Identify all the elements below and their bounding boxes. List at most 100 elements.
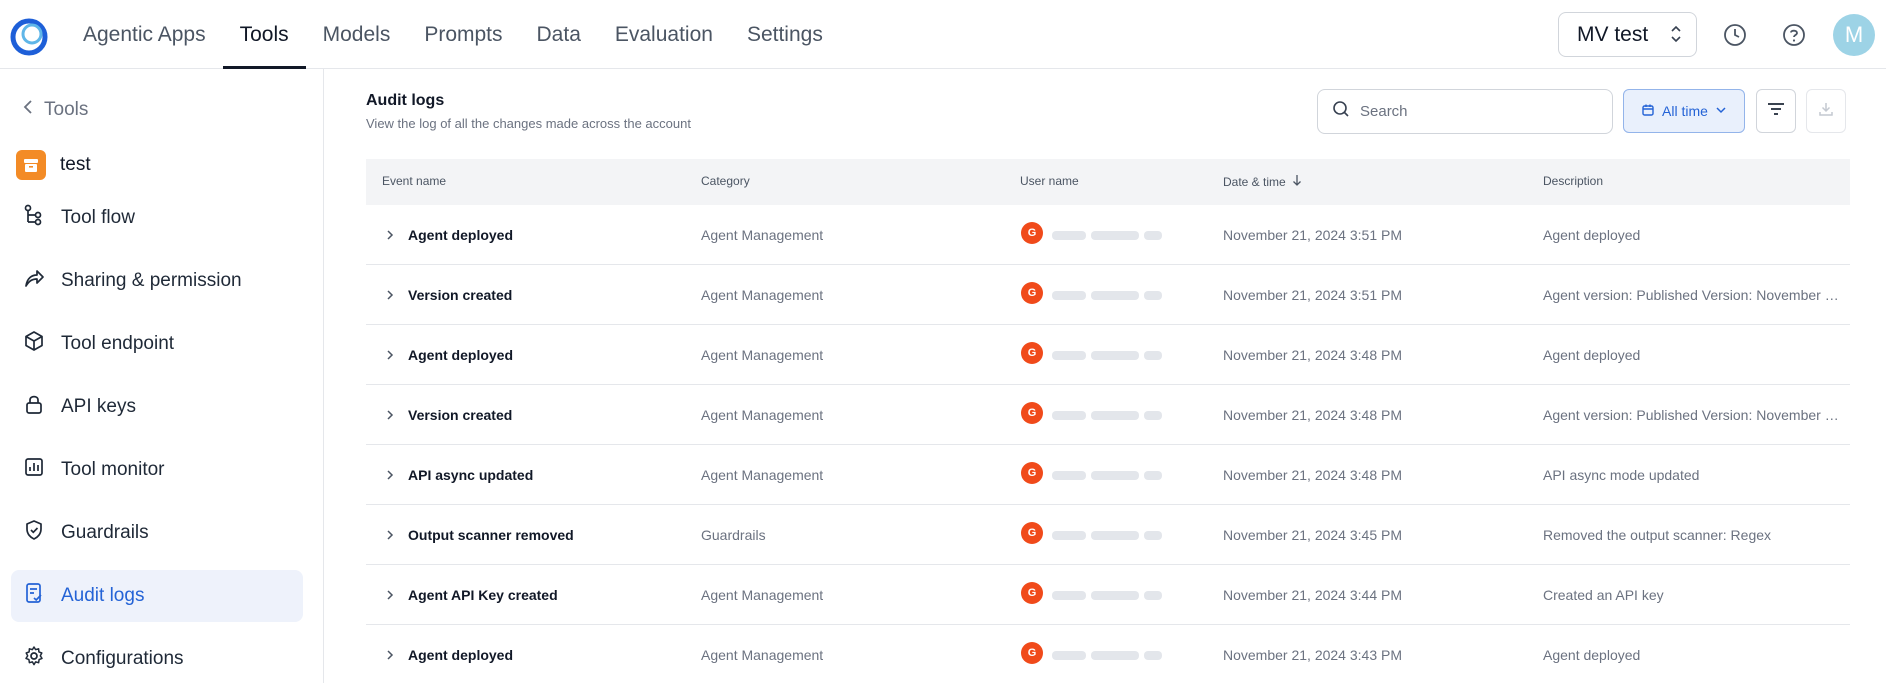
download-button[interactable] xyxy=(1806,89,1846,133)
chevron-right-icon[interactable] xyxy=(382,647,398,663)
nav-settings[interactable]: Settings xyxy=(730,0,840,69)
audit-icon xyxy=(23,582,45,610)
search-icon xyxy=(1332,100,1350,123)
sidebar-item-label: Tool flow xyxy=(61,207,135,228)
description: Agent version: Published Version: Novemb… xyxy=(1543,287,1843,303)
nav-agentic-apps[interactable]: Agentic Apps xyxy=(66,0,223,69)
help-icon[interactable] xyxy=(1779,20,1809,50)
event-name: Version created xyxy=(408,287,513,303)
date-time: November 21, 2024 3:45 PM xyxy=(1223,527,1402,543)
category: Guardrails xyxy=(701,527,766,543)
sidebar-item-label: Configurations xyxy=(61,648,184,669)
sidebar-item-label: Tool monitor xyxy=(61,459,165,480)
sidebar-item-audit-logs[interactable]: Audit logs xyxy=(11,570,303,622)
lock-icon xyxy=(23,393,45,421)
table-row[interactable]: Version created Agent Management G November… xyxy=(366,385,1850,445)
description: Agent deployed xyxy=(1543,227,1641,243)
sidebar-item-tool-monitor[interactable]: Tool monitor xyxy=(11,444,303,496)
table-row[interactable]: Agent deployed Agent Management G November … xyxy=(366,625,1850,683)
chevron-down-icon xyxy=(1715,103,1727,119)
redacted-user-name xyxy=(1052,647,1172,663)
column-header-user[interactable]: User name xyxy=(1020,174,1079,188)
event-name: Version created xyxy=(408,407,513,423)
chevron-right-icon[interactable] xyxy=(382,407,398,423)
category: Agent Management xyxy=(701,467,824,483)
search-input[interactable] xyxy=(1360,103,1590,120)
event-name: Agent deployed xyxy=(408,347,514,363)
chart-icon xyxy=(23,456,45,484)
nav-tools[interactable]: Tools xyxy=(222,0,306,69)
nav-prompts[interactable]: Prompts xyxy=(407,0,519,69)
sidebar-item-label: API keys xyxy=(61,396,136,417)
table-row[interactable]: Agent deployed Agent Management G November … xyxy=(366,205,1850,265)
redacted-user-name xyxy=(1052,227,1172,243)
user-avatar[interactable]: M xyxy=(1833,14,1875,56)
chevron-right-icon[interactable] xyxy=(382,287,398,303)
event-name: Agent deployed xyxy=(408,227,514,243)
gear-icon xyxy=(23,645,45,673)
user-avatar-small: G xyxy=(1021,342,1043,364)
category: Agent Management xyxy=(701,407,824,423)
event-name: Agent deployed xyxy=(408,647,514,663)
redacted-user-name xyxy=(1052,587,1172,603)
description: Agent deployed xyxy=(1543,347,1641,363)
chevron-right-icon[interactable] xyxy=(382,227,398,243)
app-logo[interactable] xyxy=(10,18,48,56)
sidebar-item-sharing[interactable]: Sharing & permission xyxy=(11,255,303,307)
category: Agent Management xyxy=(701,647,824,663)
chevron-right-icon[interactable] xyxy=(382,347,398,363)
user-avatar-small: G xyxy=(1021,462,1043,484)
category: Agent Management xyxy=(701,587,824,603)
column-header-event[interactable]: Event name xyxy=(382,174,446,188)
flow-icon xyxy=(23,204,45,232)
sidebar-item-api-keys[interactable]: API keys xyxy=(11,381,303,433)
sort-desc-icon xyxy=(1292,174,1302,189)
table-row[interactable]: Output scanner removed Guardrails G Novembe… xyxy=(366,505,1850,565)
filter-button[interactable] xyxy=(1756,89,1796,133)
sidebar-item-tool-flow[interactable]: Tool flow xyxy=(11,192,303,244)
column-header-date[interactable]: Date & time xyxy=(1223,174,1302,189)
description: Agent version: Published Version: Novemb… xyxy=(1543,407,1843,423)
nav-evaluation[interactable]: Evaluation xyxy=(598,0,730,69)
history-icon[interactable] xyxy=(1720,20,1750,50)
date-time: November 21, 2024 3:51 PM xyxy=(1223,287,1402,303)
chevron-right-icon[interactable] xyxy=(382,587,398,603)
event-name: Agent API Key created xyxy=(408,587,558,603)
date-time: November 21, 2024 3:48 PM xyxy=(1223,407,1402,423)
table-row[interactable]: Agent deployed Agent Management G November … xyxy=(366,325,1850,385)
back-to-tools-link[interactable]: Tools xyxy=(22,99,88,121)
sidebar-item-guardrails[interactable]: Guardrails xyxy=(11,507,303,559)
top-bar: Agentic Apps Tools Models Prompts Data E… xyxy=(0,0,1886,69)
nav-data[interactable]: Data xyxy=(520,0,598,69)
user-avatar-small: G xyxy=(1021,642,1043,664)
share-icon xyxy=(23,267,45,295)
chevron-right-icon[interactable] xyxy=(382,467,398,483)
time-range-label: All time xyxy=(1662,103,1708,119)
user-avatar-small: G xyxy=(1021,582,1043,604)
back-link-label: Tools xyxy=(44,99,89,120)
column-header-category[interactable]: Category xyxy=(701,174,750,188)
search-box[interactable] xyxy=(1317,89,1613,134)
event-name: API async updated xyxy=(408,467,534,483)
date-time: November 21, 2024 3:48 PM xyxy=(1223,347,1402,363)
time-range-dropdown[interactable]: All time xyxy=(1623,89,1745,133)
date-time: November 21, 2024 3:51 PM xyxy=(1223,227,1402,243)
category: Agent Management xyxy=(701,287,824,303)
table-row[interactable]: API async updated Agent Management G Novemb… xyxy=(366,445,1850,505)
column-header-description[interactable]: Description xyxy=(1543,174,1603,188)
description: Created an API key xyxy=(1543,587,1664,603)
chevron-right-icon[interactable] xyxy=(382,527,398,543)
current-tool: test xyxy=(16,150,91,180)
table-row[interactable]: Version created Agent Management G November… xyxy=(366,265,1850,325)
date-time: November 21, 2024 3:44 PM xyxy=(1223,587,1402,603)
user-avatar-small: G xyxy=(1021,282,1043,304)
table-row[interactable]: Agent API Key created Agent Management G No… xyxy=(366,565,1850,625)
sidebar-item-label: Audit logs xyxy=(61,585,145,606)
sidebar-item-tool-endpoint[interactable]: Tool endpoint xyxy=(11,318,303,370)
main-content: Audit logs View the log of all the chang… xyxy=(325,69,1886,683)
nav-models[interactable]: Models xyxy=(306,0,408,69)
redacted-user-name xyxy=(1052,347,1172,363)
project-select[interactable]: MV test xyxy=(1558,12,1697,57)
tool-name-label: test xyxy=(60,154,91,175)
sidebar-item-configurations[interactable]: Configurations xyxy=(11,633,303,683)
